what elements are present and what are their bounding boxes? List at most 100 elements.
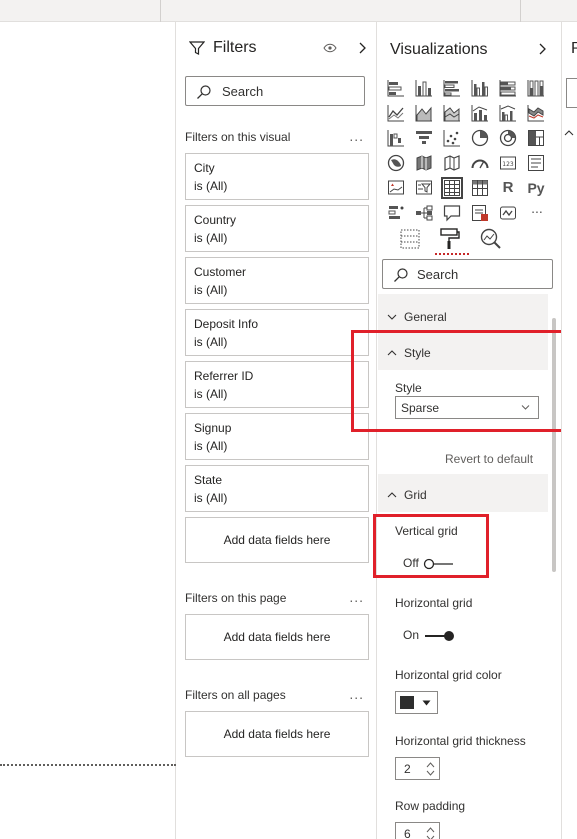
stacked-column-chart-icon[interactable] [414,78,434,98]
filter-state: is (All) [194,231,228,245]
horizontal-grid-thickness-stepper[interactable]: 2 [395,757,440,780]
spin-arrows-icon[interactable] [426,826,435,839]
section-filters-page: Filters on this page [185,591,287,605]
clustered-bar-chart-icon[interactable] [442,78,462,98]
grid-card-title: Grid [404,488,427,502]
tab-divider [160,0,161,22]
filter-name: Referrer ID [194,369,254,383]
search-placeholder: Search [417,267,459,282]
ribbon-chart-icon[interactable] [526,103,546,123]
filters-search-input[interactable]: Search [185,76,365,106]
chevron-up-icon [387,492,397,498]
general-card-title: General [404,310,447,324]
collapse-filters-chevron-icon[interactable] [357,41,367,55]
chevron-up-icon [564,130,574,136]
visual-border [0,764,176,766]
row-padding-stepper[interactable]: 6 [395,822,440,839]
filter-name: Signup [194,421,232,435]
row-padding-label: Row padding [395,799,466,813]
filter-state: is (All) [194,491,228,505]
line-chart-icon[interactable] [386,103,406,123]
color-swatch [400,696,414,709]
grid-card-header[interactable]: Grid [378,478,548,512]
add-fields-visual-dropzone[interactable]: Add data fields here [185,517,369,563]
filter-card[interactable]: State is (All) [185,465,369,512]
pie-chart-icon[interactable] [470,128,490,148]
clustered-column-chart-icon[interactable] [470,78,490,98]
treemap-icon[interactable] [526,128,546,148]
paginated-report-icon[interactable] [498,203,518,223]
filter-card[interactable]: City is (All) [185,153,369,200]
stacked-area-chart-icon[interactable] [442,103,462,123]
chevron-down-icon [387,314,397,320]
table-icon[interactable] [441,177,463,199]
line-and-clustered-column-chart-icon[interactable] [498,103,518,123]
add-fields-page-dropzone[interactable]: Add data fields here [185,614,369,660]
map-icon[interactable] [386,153,406,173]
search-icon [394,268,408,282]
eye-icon[interactable] [323,42,337,54]
build-visual-tab-icon[interactable] [398,227,422,251]
filter-name: State [194,473,223,487]
scatter-chart-icon[interactable] [442,128,462,148]
smart-narrative-icon[interactable] [470,203,490,223]
format-visual-paint-roller-icon[interactable] [438,227,462,251]
more-options-icon[interactable]: ... [349,128,364,144]
filter-card[interactable]: Customer is (All) [185,257,369,304]
decomposition-tree-icon[interactable] [414,203,434,223]
filter-card[interactable]: Signup is (All) [185,413,369,460]
slicer-icon[interactable] [414,178,434,198]
filter-state: is (All) [194,335,228,349]
waterfall-chart-icon[interactable] [386,128,406,148]
100-stacked-bar-chart-icon[interactable] [498,78,518,98]
filter-name: Deposit Info [194,317,259,331]
horizontal-grid-label: Horizontal grid [395,596,473,610]
stacked-bar-chart-icon[interactable] [386,78,406,98]
filter-name: Customer [194,265,247,279]
more-options-icon[interactable]: ... [349,686,364,702]
section-filters-all: Filters on all pages [185,688,286,702]
python-visual-icon[interactable]: Py [524,178,548,198]
line-and-stacked-column-chart-icon[interactable] [470,103,490,123]
matrix-icon[interactable] [470,178,490,198]
revert-to-default-link[interactable]: Revert to default [445,452,533,466]
format-search-input[interactable]: Search [382,259,553,289]
horizontal-grid-color-picker[interactable] [395,691,438,714]
100-stacked-column-chart-icon[interactable] [526,78,546,98]
thickness-value: 2 [404,762,411,776]
filter-card[interactable]: Deposit Info is (All) [185,309,369,356]
filter-state: is (All) [194,283,228,297]
row-padding-value: 6 [404,827,411,839]
filter-name: Country [194,213,237,227]
kpi-icon[interactable] [386,178,406,198]
more-options-icon[interactable]: ... [349,589,364,605]
donut-chart-icon[interactable] [498,128,518,148]
filter-card[interactable]: Country is (All) [185,205,369,252]
fields-search-input[interactable] [566,78,577,108]
gauge-icon[interactable] [470,153,490,173]
add-fields-all-dropzone[interactable]: Add data fields here [185,711,369,757]
horizontal-grid-toggle[interactable] [423,630,455,642]
shape-map-icon[interactable] [442,153,462,173]
search-placeholder: Search [222,84,264,99]
report-canvas[interactable] [0,22,176,839]
general-card-header[interactable]: General [378,300,548,334]
card-icon[interactable]: 123 [498,153,518,173]
area-chart-icon[interactable] [414,103,434,123]
fields-pane-title: P [571,40,577,58]
spin-arrows-icon[interactable] [426,761,435,777]
qa-visual-icon[interactable] [442,203,462,223]
search-icon [197,85,211,99]
collapse-viz-chevron-icon[interactable] [537,42,547,56]
r-script-visual-icon[interactable]: R [498,178,518,198]
svg-text:123: 123 [502,161,514,168]
analytics-magnifier-icon[interactable] [478,227,502,251]
more-visuals-icon[interactable]: ... [526,198,548,218]
filter-card[interactable]: Referrer ID is (All) [185,361,369,408]
funnel-chart-icon[interactable] [414,128,434,148]
multi-row-card-icon[interactable] [526,153,546,173]
key-influencers-icon[interactable] [386,203,406,223]
horizontal-grid-state: On [403,628,420,642]
filled-map-icon[interactable] [414,153,434,173]
caret-down-icon [422,700,431,706]
